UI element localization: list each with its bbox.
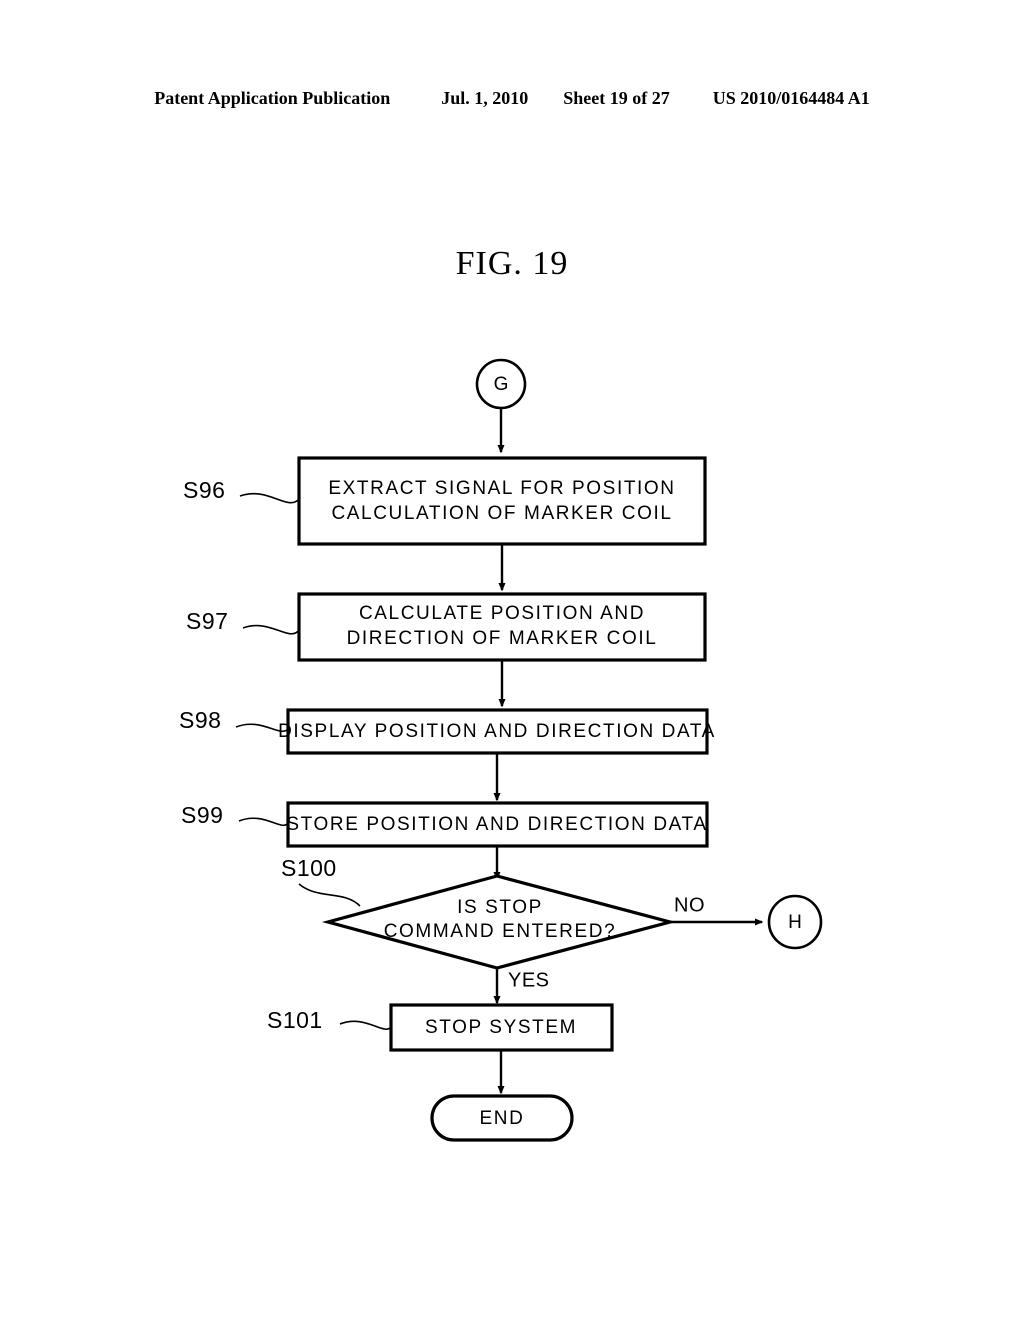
- connector-g: G: [475, 358, 527, 410]
- step-ref-s99: S99: [181, 802, 223, 828]
- step-ref-s97: S97: [186, 608, 228, 634]
- process-box-s97-line-2: DIRECTION OF MARKER COIL: [347, 628, 658, 649]
- process-box-s96-line-1: EXTRACT SIGNAL FOR POSITION: [328, 478, 675, 499]
- process-box-s96: EXTRACT SIGNAL FOR POSITION CALCULATION …: [297, 456, 707, 546]
- process-box-s101-line-1: STOP SYSTEM: [425, 1017, 577, 1038]
- decision-diamond-s100-line-2: COMMAND ENTERED?: [384, 921, 617, 942]
- branch-label-yes: YES: [508, 969, 550, 991]
- step-ref-s100: S100: [281, 855, 337, 881]
- connector-h-label: H: [788, 912, 802, 933]
- step-ref-s96: S96: [183, 477, 225, 503]
- decision-diamond-s100: IS STOP COMMAND ENTERED?: [321, 874, 677, 970]
- process-box-s101: STOP SYSTEM: [389, 1003, 614, 1052]
- leader-line-s97: [242, 624, 300, 635]
- process-box-s96-line-2: CALCULATION OF MARKER COIL: [331, 503, 672, 524]
- branch-label-no: NO: [674, 894, 705, 916]
- step-ref-s101: S101: [267, 1007, 323, 1033]
- connector-h: H: [767, 894, 823, 950]
- process-box-s98-line-1: DISPLAY POSITION AND DIRECTION DATA: [278, 721, 716, 742]
- patent-figure-page: Patent Application Publication Jul. 1, 2…: [0, 0, 1024, 1320]
- terminator-end-label: END: [480, 1108, 525, 1129]
- decision-diamond-s100-line-1: IS STOP: [457, 897, 543, 918]
- process-box-s97-line-1: CALCULATE POSITION AND: [359, 603, 645, 624]
- process-box-s98: DISPLAY POSITION AND DIRECTION DATA: [278, 708, 716, 755]
- process-box-s97: CALCULATE POSITION AND DIRECTION OF MARK…: [297, 592, 707, 662]
- leader-line-s100: [298, 883, 361, 907]
- connector-g-label: G: [494, 374, 509, 395]
- process-box-s99: STORE POSITION AND DIRECTION DATA: [286, 801, 709, 848]
- leader-line-s99: [238, 817, 289, 827]
- leader-line-s101: [339, 1020, 392, 1030]
- process-box-s99-line-1: STORE POSITION AND DIRECTION DATA: [286, 814, 707, 835]
- terminator-end: END: [430, 1094, 574, 1142]
- flowchart-diagram: G EXTRACT SIGNAL FOR POSITION CALCULATIO…: [179, 358, 823, 1142]
- leader-line-s96: [239, 493, 300, 504]
- step-ref-s98: S98: [179, 707, 221, 733]
